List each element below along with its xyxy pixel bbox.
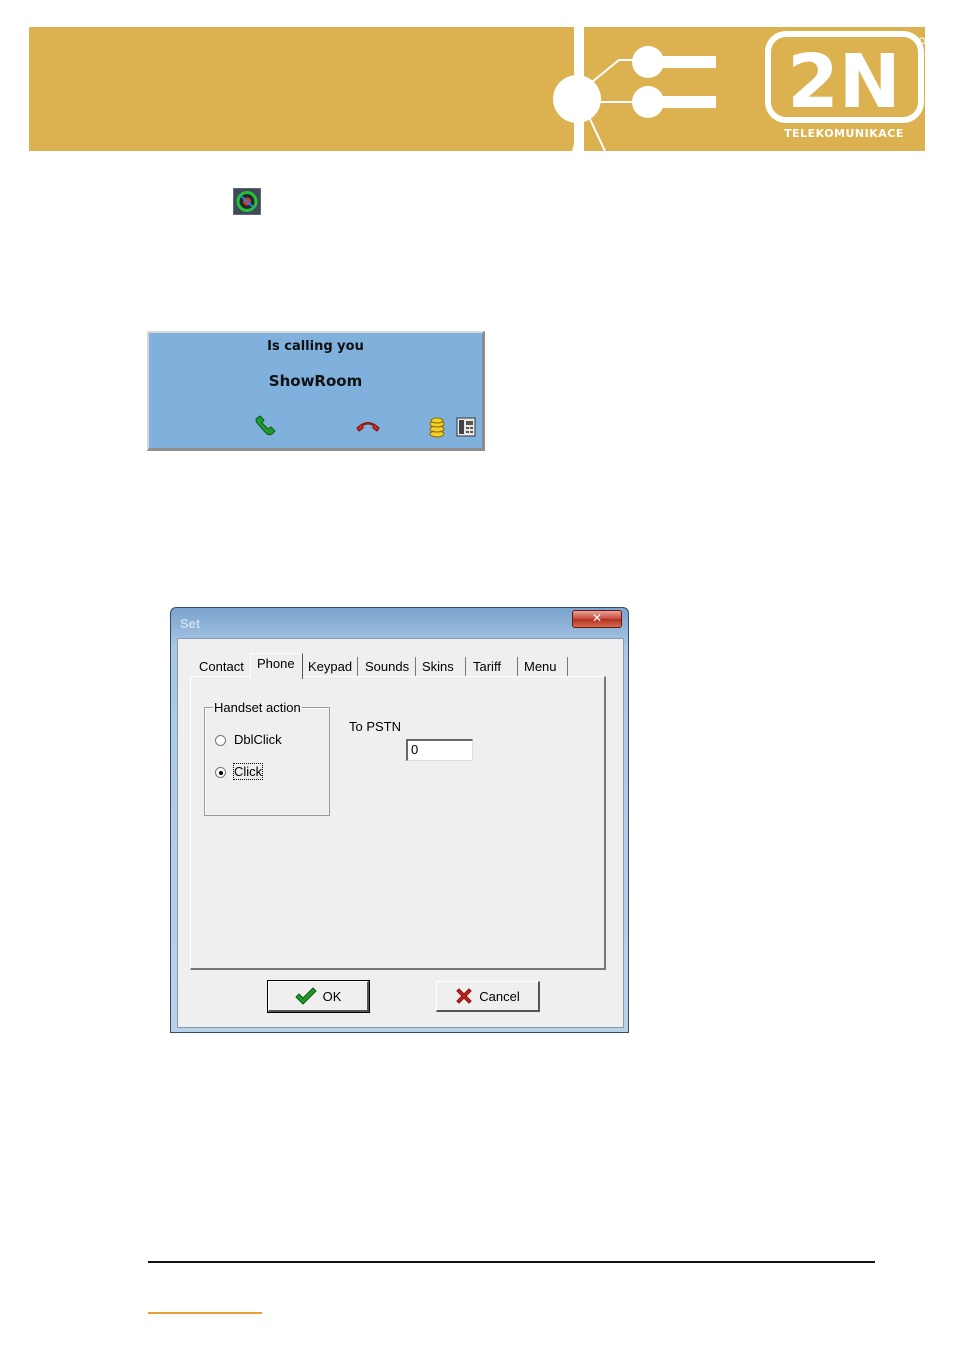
cancel-button[interactable]: Cancel bbox=[436, 981, 540, 1012]
tab-menu[interactable]: Menu bbox=[518, 657, 568, 677]
tab-skins[interactable]: Skins bbox=[416, 657, 466, 677]
tab-keypad[interactable]: Keypad bbox=[302, 657, 358, 677]
tab-tariff[interactable]: Tariff bbox=[467, 657, 518, 677]
accept-call-icon[interactable] bbox=[254, 415, 278, 437]
footer-divider bbox=[148, 1261, 875, 1263]
logo-tagline: TELEKOMUNIKACE bbox=[784, 127, 904, 140]
radio-dblclick-indicator[interactable] bbox=[215, 735, 226, 747]
radio-click-indicator[interactable] bbox=[215, 767, 226, 779]
call-status-text: Is calling you bbox=[267, 339, 364, 354]
tab-phone[interactable]: Phone bbox=[250, 653, 303, 679]
radio-click[interactable]: Click bbox=[215, 763, 264, 780]
footer-link-underline[interactable] bbox=[148, 1312, 262, 1314]
ok-button-label: OK bbox=[322, 988, 342, 1004]
incoming-call-popup: Is calling you ShowRoom bbox=[147, 331, 485, 451]
tab-panel-phone: Handset action DblClick Click To PSTN 0 bbox=[190, 676, 606, 970]
close-button[interactable]: ✕ bbox=[572, 610, 622, 628]
logo-2n: 2N bbox=[787, 39, 900, 125]
to-pstn-label: To PSTN bbox=[349, 719, 402, 734]
dialog-body: Contact Phone Keypad Sounds Skins Tariff… bbox=[177, 638, 624, 1028]
checkmark-icon bbox=[294, 987, 317, 1005]
ok-button[interactable]: OK bbox=[268, 981, 369, 1012]
handset-action-group: Handset action DblClick Click bbox=[204, 700, 330, 816]
radio-dblclick-label: DblClick bbox=[234, 732, 282, 747]
dialog-title: Set bbox=[180, 616, 201, 631]
header-banner: 2N TELEKOMUNIKACE bbox=[29, 27, 925, 151]
tab-sounds[interactable]: Sounds bbox=[359, 657, 416, 677]
app-tray-icon[interactable] bbox=[232, 187, 262, 216]
phone-book-icon[interactable] bbox=[456, 417, 476, 437]
reject-call-icon[interactable] bbox=[356, 419, 380, 433]
cancel-button-label: Cancel bbox=[479, 988, 520, 1004]
settings-dialog: Set ✕ Contact Phone Keypad Sounds Skins … bbox=[170, 607, 629, 1033]
handset-action-label: Handset action bbox=[213, 700, 302, 715]
to-pstn-input[interactable]: 0 bbox=[406, 739, 473, 761]
tab-contact[interactable]: Contact bbox=[193, 657, 251, 677]
coins-icon[interactable] bbox=[428, 417, 446, 439]
caller-name: ShowRoom bbox=[268, 372, 363, 390]
radio-click-label: Click bbox=[232, 763, 264, 780]
cross-icon bbox=[456, 988, 472, 1004]
radio-dblclick[interactable]: DblClick bbox=[215, 732, 282, 747]
